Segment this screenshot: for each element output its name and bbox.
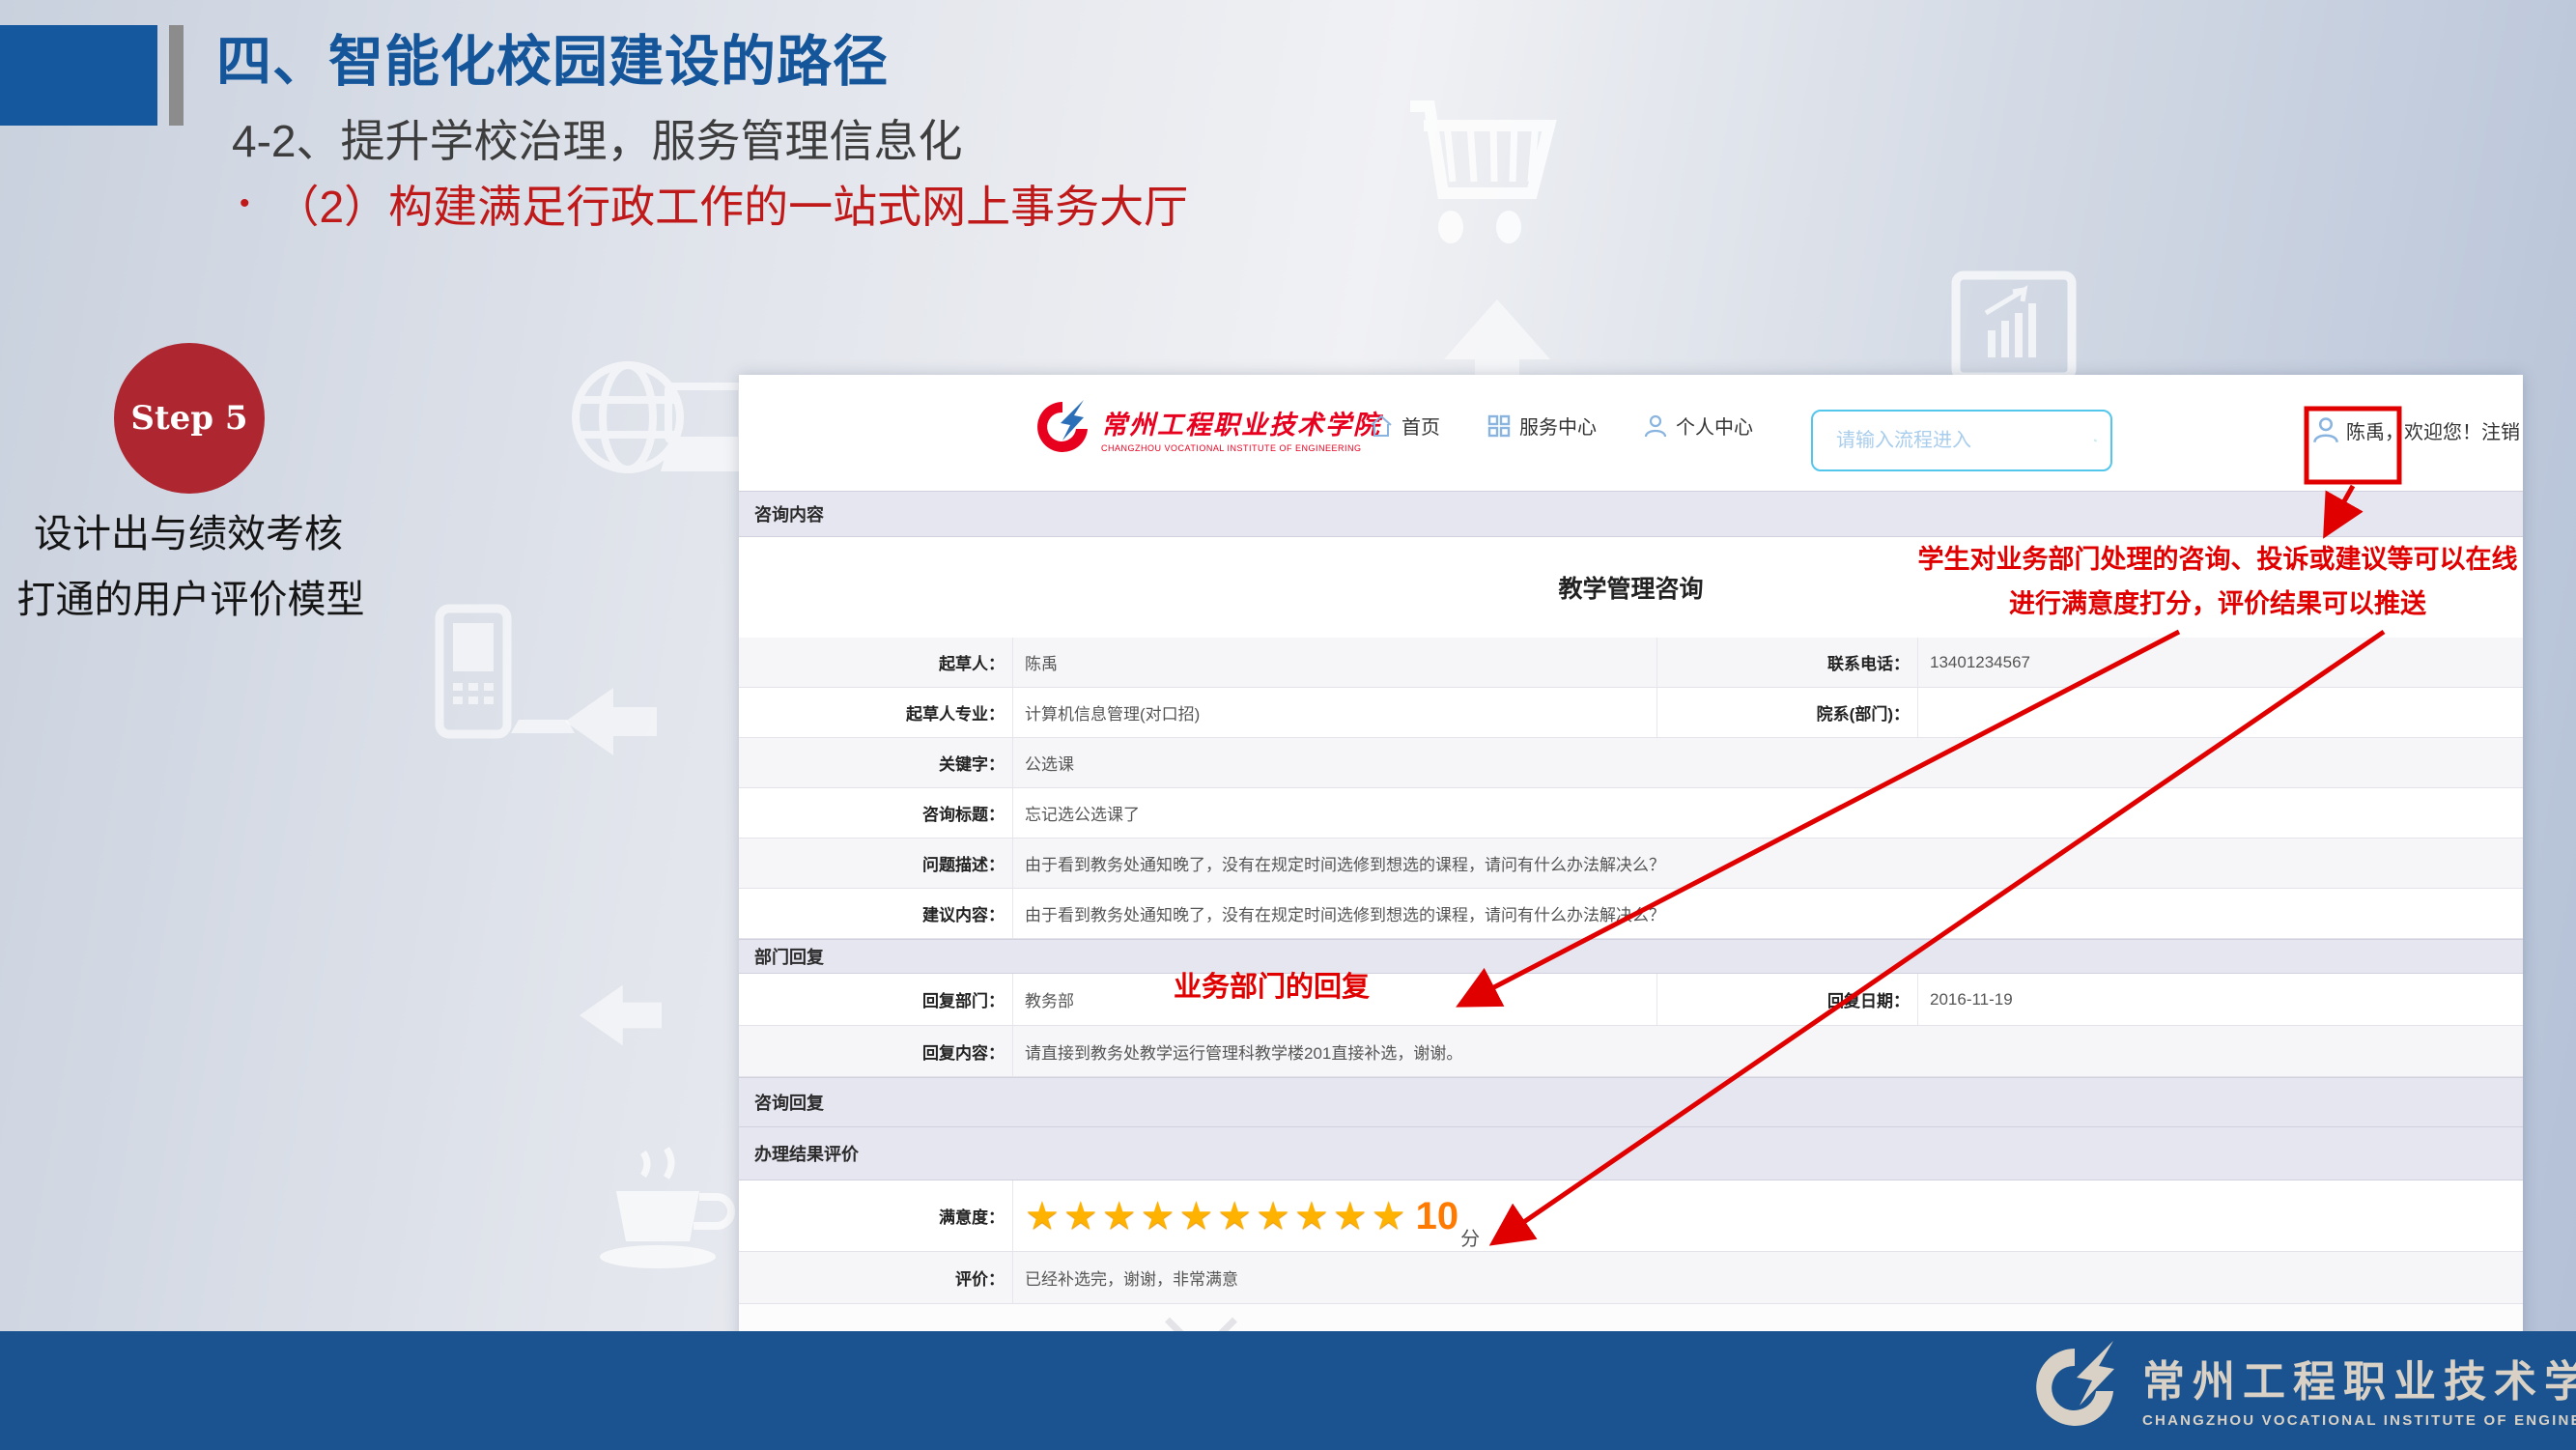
field-label: 起草人： [739,638,1012,687]
field-label: 建议内容： [739,889,1012,938]
field-value: 公选课 [1012,738,2523,787]
step-caption-line1: 设计出与绩效考核 [0,502,377,558]
satisfaction-score: 10 [1416,1197,1459,1236]
portal-logo-en: CHANGZHOU VOCATIONAL INSTITUTE OF ENGINE… [1101,443,1381,453]
table-row: 关键字： 公选课 [739,738,2523,788]
search-box [1811,410,2112,471]
footer-logo-en: CHANGZHOU VOCATIONAL INSTITUTE OF ENGINE… [2142,1412,2576,1429]
bullet-text: （2）构建满足行政工作的一站式网上事务大厅 [275,172,1189,236]
field-label: 回复内容： [739,1026,1012,1076]
field-label: 评价： [739,1252,1012,1303]
coffee-cup-icon [587,1145,751,1280]
field-value: 已经补选完，谢谢，非常满意 [1012,1252,2523,1303]
footer-logo-text: 常州工程职业技术学院 CHANGZHOU VOCATIONAL INSTITUT… [2142,1347,2576,1429]
table-row: 评价： 已经补选完，谢谢，非常满意 [739,1252,2523,1304]
field-label: 起草人专业： [739,688,1012,737]
step-label: Step 5 [130,399,247,438]
user-avatar-icon [2311,415,2340,444]
shopping-cart-icon [1391,97,1574,290]
grid-icon [1486,413,1512,439]
phone-icon [430,604,575,749]
person-icon [1643,413,1668,439]
portal-logo-text: 常州工程职业技术学院 CHANGZHOU VOCATIONAL INSTITUT… [1101,404,1381,453]
field-label: 关键字： [739,738,1012,787]
table-row: 建议内容： 由于看到教务处通知晚了，没有在规定时间选修到想选的课程，请问有什么办… [739,889,2523,939]
left-arrow-icon [580,981,662,1050]
section-consult-reply: 咨询回复 [739,1077,2523,1127]
step-badge: Step 5 [114,343,265,494]
title-accent-block [0,25,157,126]
field-label: 联系电话： [1656,638,1917,687]
nav-item-label: 首页 [1401,412,1440,440]
welcome-text: ，欢迎您！ [2385,416,2481,444]
nav-item-label: 服务中心 [1519,412,1597,440]
nav-item-home[interactable]: 首页 [1369,412,1440,440]
portal-screenshot: 常州工程职业技术学院 CHANGZHOU VOCATIONAL INSTITUT… [739,375,2523,1343]
slide-subtitle: 4-2、提升学校治理，服务管理信息化 [232,106,962,170]
field-value: 由于看到教务处通知晚了，没有在规定时间选修到想选的课程，请问有什么办法解决么？ [1012,839,2523,888]
left-arrow-icon [565,688,657,755]
search-input[interactable] [1834,429,2094,453]
table-row: 起草人： 陈禹 联系电话： 13401234567 [739,638,2523,688]
nav-item-label: 个人中心 [1676,412,1753,440]
section-dept-reply: 部门回复 [739,939,2523,974]
slide: 四、智能化校园建设的路径 4-2、提升学校治理，服务管理信息化 • （2）构建满… [0,0,2576,1450]
field-value: 13401234567 [1917,638,2523,687]
table-row: 咨询标题： 忘记选公选课了 [739,788,2523,839]
portal-header: 常州工程职业技术学院 CHANGZHOU VOCATIONAL INSTITUT… [739,375,2523,491]
title-accent-bar [169,25,184,126]
star-rating[interactable]: ★★★★★★★★★★ [1025,1197,1410,1236]
field-label: 问题描述： [739,839,1012,888]
nav-item-personal-center[interactable]: 个人中心 [1643,412,1753,440]
annotation-note-dept-reply: 业务部门的回复 [1174,964,1370,1005]
table-row: 回复内容： 请直接到教务处教学运行管理科教学楼201直接补选，谢谢。 [739,1026,2523,1077]
satisfaction-value: ★★★★★★★★★★ 10 分 [1012,1180,2523,1251]
footer-logo: 常州工程职业技术学院 CHANGZHOU VOCATIONAL INSTITUT… [2028,1339,2576,1436]
table-row: 满意度： ★★★★★★★★★★ 10 分 [739,1180,2523,1252]
field-label: 满意度： [739,1180,1012,1251]
field-label: 回复日期： [1656,974,1917,1025]
portal-logo: 常州工程职业技术学院 CHANGZHOU VOCATIONAL INSTITUT… [1033,398,1381,458]
table-row: 问题描述： 由于看到教务处通知晚了，没有在规定时间选修到想选的课程，请问有什么办… [739,839,2523,889]
bullet-dot-icon: • [240,187,250,220]
nav-item-service-center[interactable]: 服务中心 [1486,412,1597,440]
portal-logo-cn: 常州工程职业技术学院 [1101,404,1381,441]
step-caption-line2: 打通的用户评价模型 [0,568,382,624]
field-value: 由于看到教务处通知晚了，没有在规定时间选修到想选的课程，请问有什么办法解决么？ [1012,889,2523,938]
footer-logo-mark-icon [2028,1339,2129,1436]
field-value: 忘记选公选课了 [1012,788,2523,838]
field-label: 回复部门： [739,974,1012,1025]
home-icon [1369,413,1394,439]
field-value: 陈禹 [1012,638,1656,687]
footer-bar: 常州工程职业技术学院 CHANGZHOU VOCATIONAL INSTITUT… [0,1331,2576,1450]
satisfaction-unit: 分 [1460,1223,1480,1251]
field-value [1917,688,2523,737]
field-label: 咨询标题： [739,788,1012,838]
logout-link[interactable]: 注销 [2481,416,2520,444]
field-label: 院系(部门)： [1656,688,1917,737]
table-row: 起草人专业： 计算机信息管理(对口招) 院系(部门)： [739,688,2523,738]
annotation-note-satisfaction: 学生对业务部门处理的咨询、投诉或建议等可以在线进行满意度打分，评价结果可以推送 [1912,537,2523,626]
search-icon[interactable] [2094,426,2097,455]
field-value: 请直接到教务处教学运行管理科教学楼201直接补选，谢谢。 [1012,1026,2523,1076]
footer-logo-cn: 常州工程职业技术学院 [2142,1347,2576,1408]
field-value: 计算机信息管理(对口招) [1012,688,1656,737]
portal-logo-mark-icon [1033,398,1091,458]
field-value: 2016-11-19 [1917,974,2523,1025]
section-result-eval: 办理结果评价 [739,1127,2523,1180]
page-title: 四、智能化校园建设的路径 [216,17,889,97]
globe-laptop-icon [560,357,763,493]
table-row: 回复部门： 教务部 回复日期： 2016-11-19 [739,974,2523,1026]
section-consult-content: 咨询内容 [739,491,2523,537]
user-area: 陈禹 ，欢迎您！ 注销 [2311,415,2520,444]
portal-nav: 首页 服务中心 个人中心 [1369,412,1753,440]
slide-bullet-line: • （2）构建满足行政工作的一站式网上事务大厅 [240,172,1188,236]
form-title: 教学管理咨询 [1558,570,1703,605]
user-name: 陈禹 [2346,416,2385,444]
